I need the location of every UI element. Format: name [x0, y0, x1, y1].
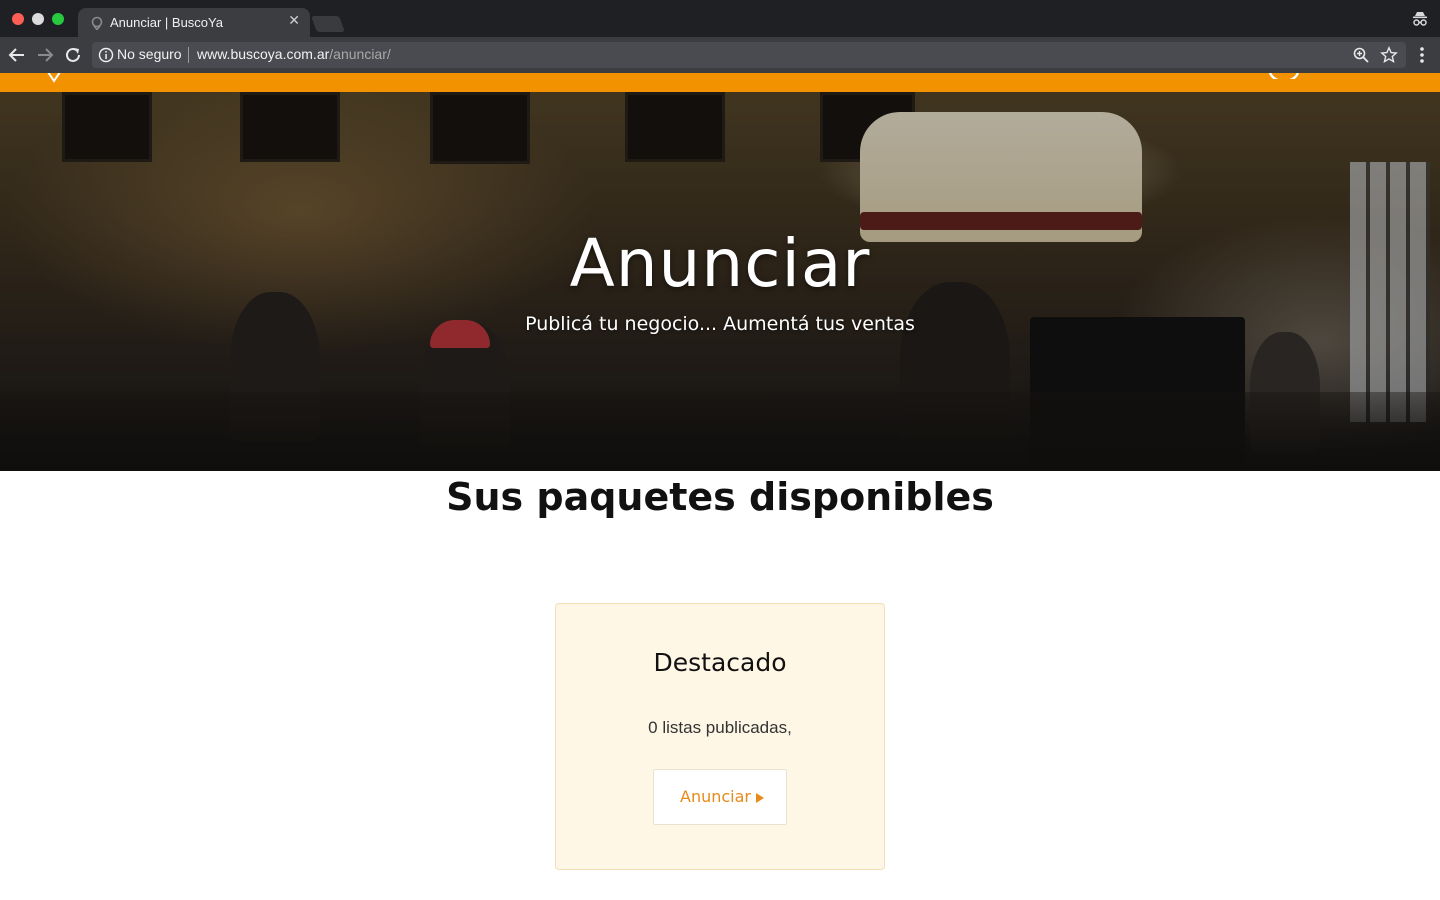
caret-right-icon — [756, 793, 764, 803]
incognito-icon — [1413, 12, 1427, 26]
new-tab-button[interactable] — [311, 16, 345, 32]
packages-section-title: Sus paquetes disponibles — [446, 475, 994, 519]
browser-tab[interactable]: Anunciar | BuscoYa ✕ — [78, 8, 310, 38]
star-icon[interactable] — [1380, 46, 1398, 64]
security-label: No seguro — [117, 46, 182, 62]
tab-favicon — [91, 16, 103, 30]
info-icon[interactable] — [98, 47, 114, 63]
maximize-window-button[interactable] — [52, 13, 64, 25]
address-bar[interactable]: No seguro www.buscoya.com.ar/anunciar/ — [92, 42, 1406, 68]
browser-tabstrip: Anunciar | BuscoYa ✕ — [0, 0, 1440, 38]
url-path: /anunciar/ — [329, 46, 391, 62]
logo-icon[interactable] — [42, 73, 82, 87]
back-icon[interactable] — [6, 44, 28, 66]
zoom-icon[interactable] — [1352, 46, 1370, 64]
hero-title: Anunciar — [569, 225, 871, 302]
url-text: www.buscoya.com.ar/anunciar/ — [197, 46, 391, 62]
anunciar-button[interactable]: Anunciar — [653, 769, 787, 825]
url-host: www.buscoya.com.ar — [197, 46, 330, 62]
menu-icon[interactable] — [1414, 45, 1430, 65]
address-separator — [188, 47, 189, 63]
site-header — [0, 73, 1440, 92]
tab-title: Anunciar | BuscoYa — [110, 15, 223, 30]
anunciar-button-label: Anunciar — [680, 787, 751, 806]
package-listings-count: 0 listas publicadas, — [648, 718, 792, 737]
hero-banner: Anunciar Publicá tu negocio... Aumentá t… — [0, 92, 1440, 471]
hero-subtitle: Publicá tu negocio... Aumentá tus ventas — [525, 313, 915, 335]
user-icon[interactable] — [1268, 73, 1300, 79]
reload-icon[interactable] — [62, 44, 84, 66]
package-card-destacado: Destacado 0 listas publicadas, Anunciar — [555, 603, 885, 870]
forward-icon[interactable] — [34, 44, 56, 66]
tab-close-icon[interactable]: ✕ — [288, 13, 300, 29]
browser-toolbar: No seguro www.buscoya.com.ar/anunciar/ — [0, 37, 1440, 73]
package-name: Destacado — [653, 648, 787, 677]
close-window-button[interactable] — [12, 13, 24, 25]
page-viewport: Anunciar Publicá tu negocio... Aumentá t… — [0, 73, 1440, 900]
minimize-window-button[interactable] — [32, 13, 44, 25]
